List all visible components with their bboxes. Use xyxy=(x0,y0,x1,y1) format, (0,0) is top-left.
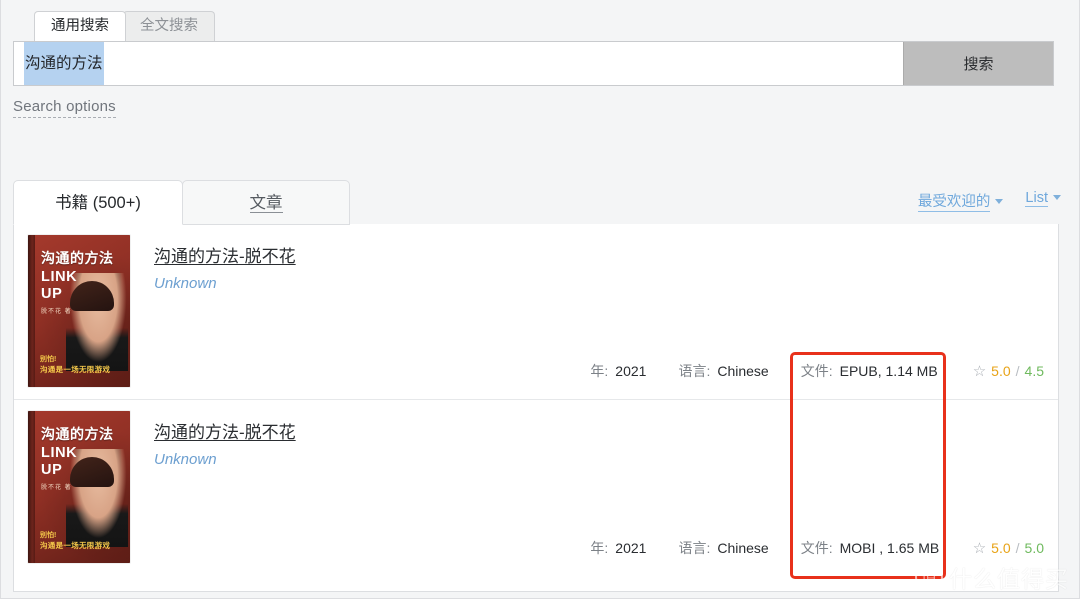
view-mode-label: List xyxy=(1025,190,1048,207)
rating-quality: 5.0 xyxy=(1024,540,1044,556)
metadata-language-label: 语言: xyxy=(678,540,711,556)
tab-fulltext-search[interactable]: 全文搜索 xyxy=(123,11,215,41)
metadata-file-label: 文件: xyxy=(800,363,833,379)
cover-tagline-2: 沟通是一场无限游戏 xyxy=(40,541,111,550)
book-title-link[interactable]: 沟通的方法-脱不花 xyxy=(154,242,296,267)
metadata-year-label: 年: xyxy=(590,540,609,556)
tab-books[interactable]: 书籍 (500+) xyxy=(13,180,183,225)
metadata-file-label: 文件: xyxy=(800,540,833,556)
sort-dropdown-label: 最受欢迎的 xyxy=(917,190,991,212)
metadata-file-value: EPUB, 1.14 MB xyxy=(839,363,938,379)
book-cover-thumbnail[interactable]: 沟通的方法 LINK UP 脱不花 著 别怕! 沟通是一场无限游戏 xyxy=(28,235,130,387)
metadata-language-value: Chinese xyxy=(717,540,769,556)
chevron-down-icon xyxy=(995,199,1004,204)
metadata-year-label: 年: xyxy=(590,363,609,379)
star-icon: ☆ xyxy=(972,539,987,557)
metadata-language: 语言: Chinese xyxy=(678,361,768,381)
search-input[interactable] xyxy=(14,42,233,59)
rating-value: 5.0 xyxy=(991,363,1011,379)
metadata-file: 文件: MOBI , 1.65 MB xyxy=(801,538,959,558)
rating-value: 5.0 xyxy=(991,540,1011,556)
cover-spine xyxy=(28,235,35,387)
book-metadata: 年: 2021 语言: Chinese 文件: MOBI , 1.65 MB ☆… xyxy=(590,538,1044,558)
metadata-year: 年: 2021 xyxy=(590,361,646,381)
cover-author: 脱不花 著 xyxy=(41,485,72,491)
metadata-language: 语言: Chinese xyxy=(678,538,768,558)
tab-general-search[interactable]: 通用搜索 xyxy=(34,11,126,41)
metadata-year-value: 2021 xyxy=(615,540,647,556)
cover-tagline-2: 沟通是一场无限游戏 xyxy=(40,365,111,374)
book-title-link[interactable]: 沟通的方法-脱不花 xyxy=(154,418,296,443)
metadata-language-value: Chinese xyxy=(717,363,769,379)
cover-title: 沟通的方法 xyxy=(41,250,114,266)
metadata-language-label: 语言: xyxy=(678,363,711,379)
rating-separator: / xyxy=(1015,363,1020,379)
search-options-toggle[interactable]: Search options xyxy=(13,98,116,118)
view-mode-dropdown[interactable]: List xyxy=(1025,190,1061,212)
result-category-tabs: 书籍 (500+) 文章 xyxy=(13,180,1059,225)
book-cover-thumbnail[interactable]: 沟通的方法 LINK UP 脱不花 著 别怕! 沟通是一场无限游戏 xyxy=(28,411,130,563)
book-author[interactable]: Unknown xyxy=(154,451,1044,468)
cover-author: 脱不花 著 xyxy=(41,309,72,315)
cover-tagline-1: 别怕! xyxy=(40,532,57,539)
metadata-year: 年: 2021 xyxy=(590,538,646,558)
metadata-file-value: MOBI , 1.65 MB xyxy=(839,540,940,556)
book-metadata: 年: 2021 语言: Chinese 文件: EPUB, 1.14 MB ☆ … xyxy=(590,361,1044,381)
result-controls: 最受欢迎的 List xyxy=(917,190,1061,212)
cover-tagline-1: 别怕! xyxy=(40,356,57,363)
metadata-file: 文件: EPUB, 1.14 MB xyxy=(801,361,959,381)
search-mode-tabs: 通用搜索 全文搜索 xyxy=(1,0,1080,41)
table-row[interactable]: 沟通的方法 LINK UP 脱不花 著 别怕! 沟通是一场无限游戏 沟通的方法-… xyxy=(14,400,1058,576)
cover-subtitle-line1: LINK xyxy=(41,269,78,285)
tab-general-search-label: 通用搜索 xyxy=(51,18,109,34)
search-bar: 沟通的方法 搜索 xyxy=(13,41,1054,86)
book-info: 沟通的方法-脱不花 Unknown 年: 2021 语言: Chinese 文件… xyxy=(130,411,1044,576)
results-list: 沟通的方法 LINK UP 脱不花 著 别怕! 沟通是一场无限游戏 沟通的方法-… xyxy=(13,224,1059,592)
tab-books-label: 书籍 (500+) xyxy=(55,194,141,212)
chevron-down-icon xyxy=(1053,195,1061,200)
cover-subtitle-line2: UP xyxy=(41,462,63,478)
star-icon: ☆ xyxy=(972,362,987,380)
cover-title: 沟通的方法 xyxy=(41,426,114,442)
table-row[interactable]: 沟通的方法 LINK UP 脱不花 著 别怕! 沟通是一场无限游戏 沟通的方法-… xyxy=(14,224,1058,400)
cover-spine xyxy=(28,411,35,563)
search-results-page: 通用搜索 全文搜索 沟通的方法 搜索 Search options 书籍 (50… xyxy=(0,0,1080,599)
tab-articles-label: 文章 xyxy=(249,194,283,213)
rating-separator: / xyxy=(1015,540,1020,556)
book-info: 沟通的方法-脱不花 Unknown 年: 2021 语言: Chinese 文件… xyxy=(130,235,1044,399)
cover-subtitle-line2: UP xyxy=(41,286,63,302)
search-button[interactable]: 搜索 xyxy=(903,42,1053,85)
sort-dropdown[interactable]: 最受欢迎的 xyxy=(917,190,1004,212)
cover-subtitle-line1: LINK xyxy=(41,445,78,461)
tab-articles[interactable]: 文章 xyxy=(182,180,350,225)
rating-badge: ☆ 5.0 / 4.5 xyxy=(973,363,1044,379)
tab-fulltext-search-label: 全文搜索 xyxy=(140,18,198,34)
rating-quality: 4.5 xyxy=(1024,363,1044,379)
book-author[interactable]: Unknown xyxy=(154,275,1044,292)
rating-badge: ☆ 5.0 / 5.0 xyxy=(973,540,1044,556)
metadata-year-value: 2021 xyxy=(615,363,647,379)
